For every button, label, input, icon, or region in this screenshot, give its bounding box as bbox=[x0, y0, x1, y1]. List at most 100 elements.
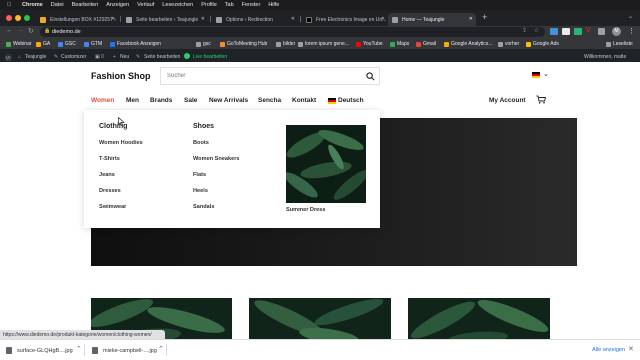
tab-options-redirection[interactable]: Options ‹ Redirection ✕ bbox=[212, 13, 298, 26]
back-icon[interactable]: ← bbox=[6, 27, 13, 34]
nav-women[interactable]: Women bbox=[91, 97, 114, 104]
mega-item[interactable]: Heels bbox=[193, 188, 208, 194]
tab-einstellungen[interactable]: Einstellungen BOX #129257 › ✕ bbox=[36, 13, 118, 26]
admin-customizer[interactable]: Customizer bbox=[61, 54, 86, 60]
mega-item[interactable]: Sandals bbox=[193, 204, 214, 210]
bookmark-google-analytics[interactable]: Google Analytics... bbox=[444, 41, 492, 47]
tab-search-icon[interactable]: ⌄ bbox=[628, 13, 633, 20]
search-icon[interactable] bbox=[366, 72, 375, 81]
download-item[interactable]: surface-GLQHgB....jpg bbox=[6, 347, 73, 354]
mega-item[interactable]: Jeans bbox=[99, 172, 115, 178]
search-input[interactable] bbox=[167, 71, 357, 81]
tab-unsplash[interactable]: Free Electronics Image on Un... ✕ bbox=[302, 13, 388, 26]
admin-site-name[interactable]: Teajungle bbox=[25, 54, 46, 60]
menu-item-fenster[interactable]: Fenster bbox=[242, 2, 261, 8]
bookmark-youtube[interactable]: YouTube bbox=[356, 41, 383, 47]
chevron-up-icon[interactable]: ⌃ bbox=[76, 345, 82, 353]
bookmark-google-ads[interactable]: Google Ads bbox=[526, 41, 559, 47]
reading-list[interactable]: Leseliste bbox=[606, 41, 633, 47]
site-logo[interactable]: Fashion Shop bbox=[91, 71, 151, 81]
close-icon[interactable]: ✕ bbox=[628, 345, 634, 353]
menu-item-profile[interactable]: Profile bbox=[201, 2, 217, 8]
wordpress-icon[interactable]: Ⓦ bbox=[5, 52, 12, 62]
bookmark-gotomeeting[interactable]: GoToMeeting Hub bbox=[220, 41, 267, 47]
bookmark-lorem[interactable]: lorem ipsum gene... bbox=[298, 41, 349, 47]
extension-icon[interactable] bbox=[550, 28, 558, 35]
menu-item-tab[interactable]: Tab bbox=[225, 2, 234, 8]
product-image[interactable] bbox=[249, 298, 391, 340]
apple-icon[interactable]:  bbox=[4, 2, 14, 8]
bookmark-gsc-2[interactable]: gsc bbox=[196, 41, 211, 47]
close-tab-icon[interactable]: ✕ bbox=[469, 16, 473, 22]
language-switcher[interactable] bbox=[532, 72, 540, 78]
extension-icon[interactable] bbox=[562, 28, 570, 35]
mega-item[interactable]: Dresses bbox=[99, 188, 121, 194]
product-image[interactable] bbox=[408, 298, 550, 340]
cart-icon[interactable] bbox=[536, 95, 546, 104]
new-tab-button[interactable]: + bbox=[482, 12, 487, 22]
nav-brands[interactable]: Brands bbox=[150, 97, 172, 104]
nav-my-account[interactable]: My Account bbox=[489, 97, 526, 104]
extension-icon[interactable] bbox=[574, 28, 582, 35]
nav-kontakt[interactable]: Kontakt bbox=[292, 97, 316, 104]
mega-item[interactable]: T-Shirts bbox=[99, 156, 120, 162]
menu-item-bearbeiten[interactable]: Bearbeiten bbox=[72, 2, 99, 8]
bookmark-webinar[interactable]: Webinar bbox=[6, 41, 32, 47]
bookmark-ga[interactable]: GA bbox=[36, 41, 50, 47]
mega-item[interactable]: Flats bbox=[193, 172, 206, 178]
tab-home-teajungle[interactable]: Home — Teajungle ✕ bbox=[388, 13, 476, 26]
menu-item-hilfe[interactable]: Hilfe bbox=[268, 2, 279, 8]
maximize-window-button[interactable] bbox=[24, 15, 30, 21]
bookmark-gtm[interactable]: GTM bbox=[84, 41, 102, 47]
bookmark-gmail[interactable]: Gmail bbox=[416, 41, 436, 47]
chevron-down-icon[interactable]: ⌄ bbox=[543, 70, 549, 78]
forward-icon[interactable]: → bbox=[17, 27, 24, 34]
menu-item-verlauf[interactable]: Verlauf bbox=[137, 2, 154, 8]
address-bar[interactable]: 🔒 diedemo.de ⇪ ☆ bbox=[40, 27, 545, 37]
bookmark-vorher[interactable]: vorher bbox=[498, 41, 519, 47]
menu-item-datei[interactable]: Datei bbox=[51, 2, 64, 8]
nav-sale[interactable]: Sale bbox=[184, 97, 197, 104]
show-all-downloads-link[interactable]: Alle anzeigen bbox=[592, 347, 625, 353]
admin-edit-page[interactable]: Seite bearbeiten bbox=[144, 54, 180, 60]
download-item[interactable]: mieke-campbell-....jpg bbox=[92, 347, 157, 354]
tab-seite-bearbeiten[interactable]: Seite bearbeiten ‹ Teajungle ✕ bbox=[122, 13, 208, 26]
feature-caption[interactable]: Summer Dress bbox=[286, 207, 326, 213]
feature-image[interactable] bbox=[286, 125, 366, 203]
lock-icon[interactable]: 🔒 bbox=[44, 28, 50, 34]
nav-deutsch[interactable]: Deutsch bbox=[338, 97, 364, 104]
share-icon[interactable]: ⇪ bbox=[522, 27, 527, 34]
menu-item-lesezeichen[interactable]: Lesezeichen bbox=[162, 2, 193, 8]
bookmark-facebook[interactable]: Facebook Anzeigen bbox=[110, 41, 161, 47]
nav-new-arrivals[interactable]: New Arrivals bbox=[209, 97, 248, 104]
mega-item[interactable]: Swimwear bbox=[99, 204, 126, 210]
admin-new[interactable]: Neu bbox=[120, 54, 129, 60]
extension-icon[interactable]: V bbox=[586, 27, 591, 34]
close-tab-icon[interactable]: ✕ bbox=[201, 16, 205, 22]
menu-item-anzeigen[interactable]: Anzeigen bbox=[106, 2, 129, 8]
mega-item[interactable]: Women Sneakers bbox=[193, 156, 240, 162]
admin-live-edit[interactable]: Live bearbeiten bbox=[193, 54, 227, 60]
close-tab-icon[interactable]: ✕ bbox=[111, 16, 115, 22]
bookmark-star-icon[interactable]: ☆ bbox=[534, 27, 539, 34]
comments-icon[interactable]: ▣ 0 bbox=[95, 54, 104, 60]
reload-icon[interactable]: ↻ bbox=[28, 27, 34, 35]
mega-item[interactable]: Boots bbox=[193, 140, 209, 146]
bookmark-maps[interactable]: Maps bbox=[390, 41, 409, 47]
extensions-puzzle-icon[interactable] bbox=[598, 28, 605, 35]
bookmark-bilder[interactable]: bilder bbox=[276, 41, 295, 47]
bookmark-gsc[interactable]: GSC bbox=[58, 41, 76, 47]
chrome-menu-icon[interactable]: ⋮ bbox=[628, 27, 635, 35]
admin-greeting[interactable]: Willkommen, malte bbox=[584, 54, 626, 60]
close-tab-icon[interactable]: ✕ bbox=[381, 16, 385, 22]
profile-avatar[interactable]: M bbox=[612, 27, 621, 36]
mega-item[interactable]: Women Hoodies bbox=[99, 140, 143, 146]
nav-sencha[interactable]: Sencha bbox=[258, 97, 281, 104]
menu-app-name[interactable]: Chrome bbox=[22, 2, 43, 8]
mega-heading-shoes[interactable]: Shoes bbox=[193, 123, 214, 130]
nav-men[interactable]: Men bbox=[126, 97, 139, 104]
close-window-button[interactable] bbox=[6, 15, 12, 21]
chevron-up-icon[interactable]: ⌃ bbox=[158, 345, 164, 353]
minimize-window-button[interactable] bbox=[15, 15, 21, 21]
close-tab-icon[interactable]: ✕ bbox=[291, 16, 295, 22]
